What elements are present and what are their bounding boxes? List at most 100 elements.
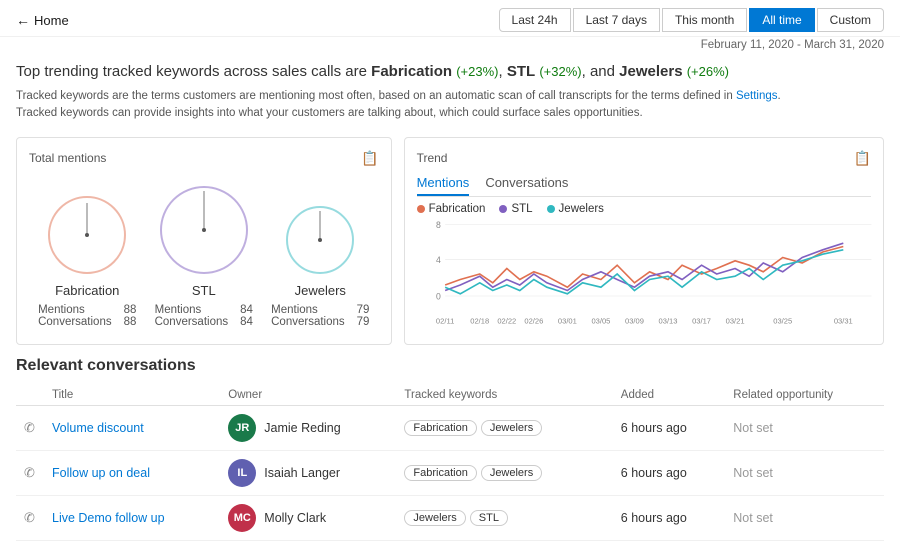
date-range: February 11, 2020 - March 31, 2020 — [0, 37, 900, 57]
headline: Top trending tracked keywords across sal… — [16, 61, 884, 82]
legend-label-jewelers: Jewelers — [559, 203, 604, 215]
keyword-tag: STL — [470, 510, 508, 526]
tab-conversations[interactable]: Conversations — [485, 175, 568, 196]
row-keywords: Fabrication Jewelers — [396, 450, 612, 495]
conversations-table: Title Owner Tracked keywords Added Relat… — [16, 385, 884, 541]
trend-chart: 8 4 0 02/11 02/18 02/22 02/26 03/01 03/0… — [417, 219, 871, 329]
circle-fabrication-label: Fabrication — [55, 283, 119, 298]
legend-dot-stl — [499, 205, 507, 213]
row-title[interactable]: Live Demo follow up — [44, 495, 220, 540]
phone-icon: ✆ — [24, 420, 35, 435]
table-row[interactable]: ✆ Volume discount JR Jamie Reding Fabric… — [16, 405, 884, 450]
circle-jewelers: Jewelers Mentions 79 Conversations 79 — [271, 203, 369, 328]
circle-fabrication-stats: Mentions 88 Conversations 88 — [38, 304, 136, 328]
trend-tabs: Mentions Conversations — [417, 175, 871, 197]
filter-last24h[interactable]: Last 24h — [499, 8, 571, 32]
svg-text:4: 4 — [436, 254, 441, 264]
svg-text:03/31: 03/31 — [833, 316, 852, 325]
col-keywords: Tracked keywords — [396, 385, 612, 406]
tab-mentions[interactable]: Mentions — [417, 175, 470, 196]
keyword2: STL — [507, 63, 535, 80]
expand-icon[interactable]: 📋 — [361, 150, 378, 167]
row-related: Not set — [725, 450, 884, 495]
row-owner: JR Jamie Reding — [220, 405, 396, 450]
keyword-tag: Jewelers — [481, 420, 542, 436]
legend-jewelers: Jewelers — [547, 203, 604, 215]
keyword-tag: Jewelers — [481, 465, 542, 481]
svg-text:02/18: 02/18 — [470, 316, 489, 325]
filter-custom[interactable]: Custom — [817, 8, 884, 32]
top-bar: ← Home Last 24h Last 7 days This month A… — [0, 0, 900, 37]
keyword-tag: Fabrication — [404, 465, 476, 481]
legend-dot-jewelers — [547, 205, 555, 213]
keyword2-change: (+32%) — [539, 64, 581, 79]
time-filter-group: Last 24h Last 7 days This month All time… — [499, 8, 884, 32]
table-row[interactable]: ✆ Follow up on deal IL Isaiah Langer Fab… — [16, 450, 884, 495]
keyword1: Fabrication — [371, 63, 452, 80]
circle-stl-stats: Mentions 84 Conversations 84 — [155, 304, 253, 328]
legend-dot-fabrication — [417, 205, 425, 213]
back-arrow-icon: ← — [16, 12, 30, 28]
owner-avatar: MC — [228, 504, 256, 532]
back-link[interactable]: ← Home — [16, 12, 69, 28]
total-mentions-panel: Total mentions 📋 Fabrication Mentions 88… — [16, 137, 392, 345]
row-phone-icon: ✆ — [16, 450, 44, 495]
svg-text:03/09: 03/09 — [625, 316, 644, 325]
col-related: Related opportunity — [725, 385, 884, 406]
panels: Total mentions 📋 Fabrication Mentions 88… — [0, 129, 900, 353]
phone-icon: ✆ — [24, 510, 35, 525]
row-title[interactable]: Follow up on deal — [44, 450, 220, 495]
mentions-circles: Fabrication Mentions 88 Conversations 88 — [29, 175, 379, 332]
conversations-title: Relevant conversations — [16, 357, 884, 375]
circle-jewelers-wrapper — [283, 203, 357, 277]
description: Tracked keywords are the terms customers… — [16, 88, 884, 123]
row-owner: MC Molly Clark — [220, 495, 396, 540]
row-added: 6 hours ago — [613, 450, 725, 495]
filter-last7d[interactable]: Last 7 days — [573, 8, 660, 32]
row-keywords: FabricationJewelers — [396, 405, 612, 450]
row-keywords: Jewelers STL — [396, 495, 612, 540]
keyword-tag: Jewelers — [404, 510, 465, 526]
desc-line2: Tracked keywords can provide insights in… — [16, 107, 643, 119]
row-phone-icon: ✆ — [16, 495, 44, 540]
col-added: Added — [613, 385, 725, 406]
legend-label-stl: STL — [511, 203, 532, 215]
svg-text:0: 0 — [436, 291, 441, 301]
svg-text:03/25: 03/25 — [773, 316, 792, 325]
row-phone-icon: ✆ — [16, 405, 44, 450]
col-title: Title — [44, 385, 220, 406]
row-related: Not set — [725, 405, 884, 450]
circle-jewelers-stats: Mentions 79 Conversations 79 — [271, 304, 369, 328]
svg-text:03/05: 03/05 — [591, 316, 610, 325]
circle-stl-wrapper — [157, 183, 251, 277]
circle-fabrication: Fabrication Mentions 88 Conversations 88 — [38, 193, 136, 328]
owner-avatar: IL — [228, 459, 256, 487]
filter-thismonth[interactable]: This month — [662, 8, 747, 32]
svg-text:8: 8 — [436, 219, 441, 229]
table-row[interactable]: ✆ Live Demo follow up MC Molly Clark Jew… — [16, 495, 884, 540]
col-owner: Owner — [220, 385, 396, 406]
phone-icon: ✆ — [24, 465, 35, 480]
row-owner: IL Isaiah Langer — [220, 450, 396, 495]
headline-section: Top trending tracked keywords across sal… — [0, 57, 900, 129]
legend-stl: STL — [499, 203, 532, 215]
svg-text:03/21: 03/21 — [725, 316, 744, 325]
owner-avatar: JR — [228, 414, 256, 442]
svg-text:02/26: 02/26 — [524, 316, 543, 325]
svg-text:03/17: 03/17 — [692, 316, 711, 325]
trend-expand-icon[interactable]: 📋 — [854, 150, 871, 167]
owner-name: Jamie Reding — [264, 421, 340, 435]
trend-panel: Trend 📋 Mentions Conversations Fabricati… — [404, 137, 884, 345]
headline-prefix: Top trending tracked keywords across sal… — [16, 63, 371, 80]
back-label: Home — [34, 13, 69, 28]
row-title[interactable]: Volume discount — [44, 405, 220, 450]
svg-text:02/11: 02/11 — [436, 316, 454, 325]
col-icon — [16, 385, 44, 406]
row-added: 6 hours ago — [613, 405, 725, 450]
conversations-section: Relevant conversations Title Owner Track… — [0, 353, 900, 549]
filter-alltime[interactable]: All time — [749, 8, 814, 32]
keyword1-change: (+23%) — [456, 64, 498, 79]
settings-link[interactable]: Settings — [736, 90, 778, 102]
circle-fabrication-wrapper — [45, 193, 129, 277]
svg-text:02/22: 02/22 — [497, 316, 516, 325]
